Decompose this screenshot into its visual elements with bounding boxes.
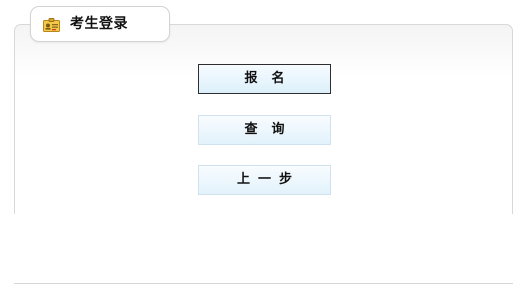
id-card-icon [43, 17, 60, 32]
bottom-divider [14, 283, 513, 284]
query-button[interactable]: 查询 [198, 115, 331, 145]
back-button[interactable]: 上一步 [198, 165, 331, 195]
register-button[interactable]: 报名 [198, 64, 331, 94]
panel-title-tab: 考生登录 [30, 6, 170, 42]
panel-title: 考生登录 [70, 16, 128, 32]
